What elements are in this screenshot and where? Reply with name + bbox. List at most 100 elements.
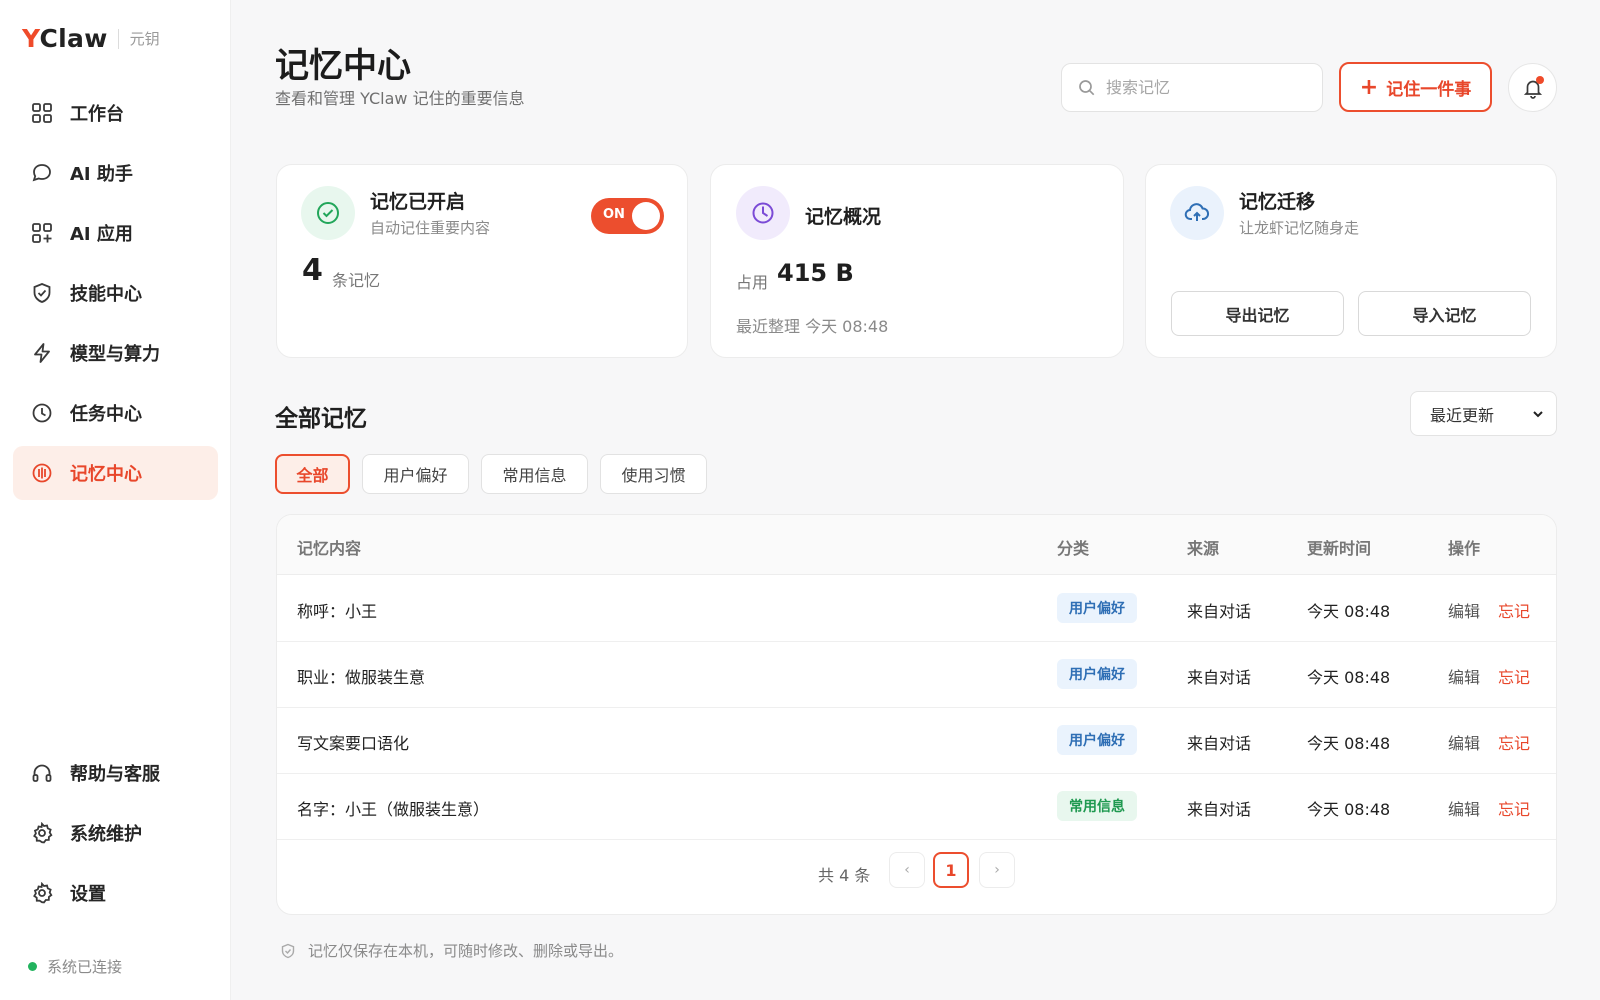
sidebar-item-ai-assistant[interactable]: AI 助手 [13, 146, 218, 200]
tab-user-preference[interactable]: 用户偏好 [362, 454, 469, 494]
sidebar-item-settings[interactable]: 设置 [13, 866, 218, 920]
memory-content: 写文案要口语化 [297, 734, 410, 753]
clock-icon [30, 401, 54, 425]
notification-badge [1536, 76, 1544, 84]
table-row: 称呼：小王 用户偏好 来自对话 今天 08:48 编辑 忘记 [277, 576, 1556, 642]
column-header-actions: 操作 [1448, 539, 1481, 558]
page-1-button[interactable]: 1 [933, 852, 969, 888]
card-subtitle: 自动记住重要内容 [370, 219, 491, 237]
table-row: 职业：做服装生意 用户偏好 来自对话 今天 08:48 编辑 忘记 [277, 642, 1556, 708]
sort-select[interactable]: 最近更新 [1410, 391, 1557, 436]
shield-check-icon [280, 943, 296, 959]
check-circle-icon [301, 186, 355, 240]
import-button[interactable]: 导入记忆 [1358, 291, 1531, 336]
export-button[interactable]: 导出记忆 [1171, 291, 1344, 336]
sidebar-item-label: AI 应用 [70, 224, 133, 245]
last-tidy: 最近整理 今天 08:48 [736, 317, 889, 336]
card-subtitle: 让龙虾记忆随身走 [1239, 219, 1360, 237]
apps-icon [30, 221, 54, 245]
search-icon [1078, 79, 1096, 97]
brand-divider [117, 28, 119, 49]
memory-overview-card: 记忆概况 占用 415 B 最近整理 今天 08:48 [710, 164, 1124, 358]
sidebar-item-label: 工作台 [70, 104, 124, 125]
sidebar-item-maintenance[interactable]: 系统维护 [13, 806, 218, 860]
forget-button[interactable]: 忘记 [1498, 730, 1530, 754]
tab-usage-habits[interactable]: 使用习惯 [600, 454, 707, 494]
sidebar-item-label: 技能中心 [70, 284, 142, 305]
sidebar-item-models[interactable]: 模型与算力 [13, 326, 218, 380]
category-badge: 常用信息 [1057, 791, 1137, 821]
column-header-content: 记忆内容 [297, 539, 362, 558]
sidebar-item-memory[interactable]: 记忆中心 [13, 446, 218, 500]
sidebar-item-help[interactable]: 帮助与客服 [13, 746, 218, 800]
sidebar-item-tasks[interactable]: 任务中心 [13, 386, 218, 440]
memory-count: 4 [302, 253, 323, 288]
category-badge: 用户偏好 [1057, 659, 1137, 689]
tab-common-info[interactable]: 常用信息 [481, 454, 588, 494]
prev-page-button[interactable]: ‹ [889, 852, 925, 888]
remember-button[interactable]: + 记住一件事 [1339, 62, 1492, 112]
table-row: 名字：小王（做服装生意） 常用信息 来自对话 今天 08:48 编辑 忘记 [277, 774, 1556, 840]
lightning-icon [30, 341, 54, 365]
sidebar-item-skills[interactable]: 技能中心 [13, 266, 218, 320]
pie-chart-icon [736, 186, 790, 240]
sidebar-item-workbench[interactable]: 工作台 [13, 86, 218, 140]
memory-source: 来自对话 [1187, 668, 1252, 687]
memory-enabled-card: 记忆已开启 自动记住重要内容 ON 4 条记忆 [276, 164, 688, 358]
memory-toggle[interactable]: ON [591, 198, 664, 234]
next-page-button[interactable]: › [979, 852, 1015, 888]
edit-button[interactable]: 编辑 [1448, 796, 1480, 820]
section-title: 全部记忆 [275, 406, 367, 432]
gear-icon [30, 881, 54, 905]
card-title: 记忆迁移 [1239, 191, 1316, 213]
sidebar-item-label: 帮助与客服 [70, 764, 160, 785]
status-dot [28, 962, 37, 971]
forget-button[interactable]: 忘记 [1498, 796, 1530, 820]
chevron-down-icon [1532, 408, 1544, 420]
card-title: 记忆已开启 [370, 191, 466, 213]
used-label: 占用 [736, 273, 769, 292]
notification-button[interactable] [1508, 63, 1557, 112]
sidebar-item-ai-apps[interactable]: AI 应用 [13, 206, 218, 260]
connection-status: 系统已连接 [28, 956, 122, 977]
category-badge: 用户偏好 [1057, 725, 1137, 755]
grid-icon [30, 101, 54, 125]
column-header-source: 来源 [1187, 539, 1220, 558]
edit-button[interactable]: 编辑 [1448, 598, 1480, 622]
memory-migration-card: 记忆迁移 让龙虾记忆随身走 导出记忆 导入记忆 [1145, 164, 1557, 358]
edit-button[interactable]: 编辑 [1448, 664, 1480, 688]
tab-all[interactable]: 全部 [275, 454, 350, 494]
memory-content: 称呼：小王 [297, 602, 378, 621]
footnote: 记忆仅保存在本机，可随时修改、删除或导出。 [280, 940, 623, 961]
gear-icon [30, 821, 54, 845]
shield-icon [30, 281, 54, 305]
memory-icon [30, 461, 54, 485]
edit-button[interactable]: 编辑 [1448, 730, 1480, 754]
memory-updated: 今天 08:48 [1307, 668, 1391, 687]
plus-icon: + [1359, 74, 1379, 100]
remember-button-label: 记住一件事 [1386, 79, 1472, 100]
memory-source: 来自对话 [1187, 800, 1252, 819]
memory-content: 名字：小王（做服装生意） [297, 800, 490, 819]
table-header: 记忆内容 分类 来源 更新时间 操作 [277, 515, 1556, 575]
headset-icon [30, 761, 54, 785]
search-input[interactable] [1106, 78, 1296, 97]
brand-logo: YClaw [22, 24, 108, 53]
toggle-label: ON [603, 207, 625, 222]
column-header-category: 分类 [1057, 539, 1090, 558]
sidebar: YClaw 元钥 工作台 AI 助手 AI 应用 技能中心 模型与算力 任务中心… [0, 0, 231, 1000]
forget-button[interactable]: 忘记 [1498, 664, 1530, 688]
category-badge: 用户偏好 [1057, 593, 1137, 623]
memory-source: 来自对话 [1187, 734, 1252, 753]
memory-updated: 今天 08:48 [1307, 602, 1391, 621]
forget-button[interactable]: 忘记 [1498, 598, 1530, 622]
memory-table: 记忆内容 分类 来源 更新时间 操作 称呼：小王 用户偏好 来自对话 今天 08… [276, 514, 1557, 915]
memory-count-unit: 条记忆 [332, 271, 381, 290]
page-title: 记忆中心 [275, 46, 411, 86]
column-header-updated: 更新时间 [1307, 539, 1372, 558]
search-box[interactable] [1061, 63, 1323, 112]
memory-source: 来自对话 [1187, 602, 1252, 621]
page-subtitle: 查看和管理 YClaw 记住的重要信息 [275, 89, 525, 108]
sidebar-item-label: 系统维护 [70, 824, 142, 845]
pagination: 共 4 条 ‹ 1 › [277, 848, 1556, 898]
